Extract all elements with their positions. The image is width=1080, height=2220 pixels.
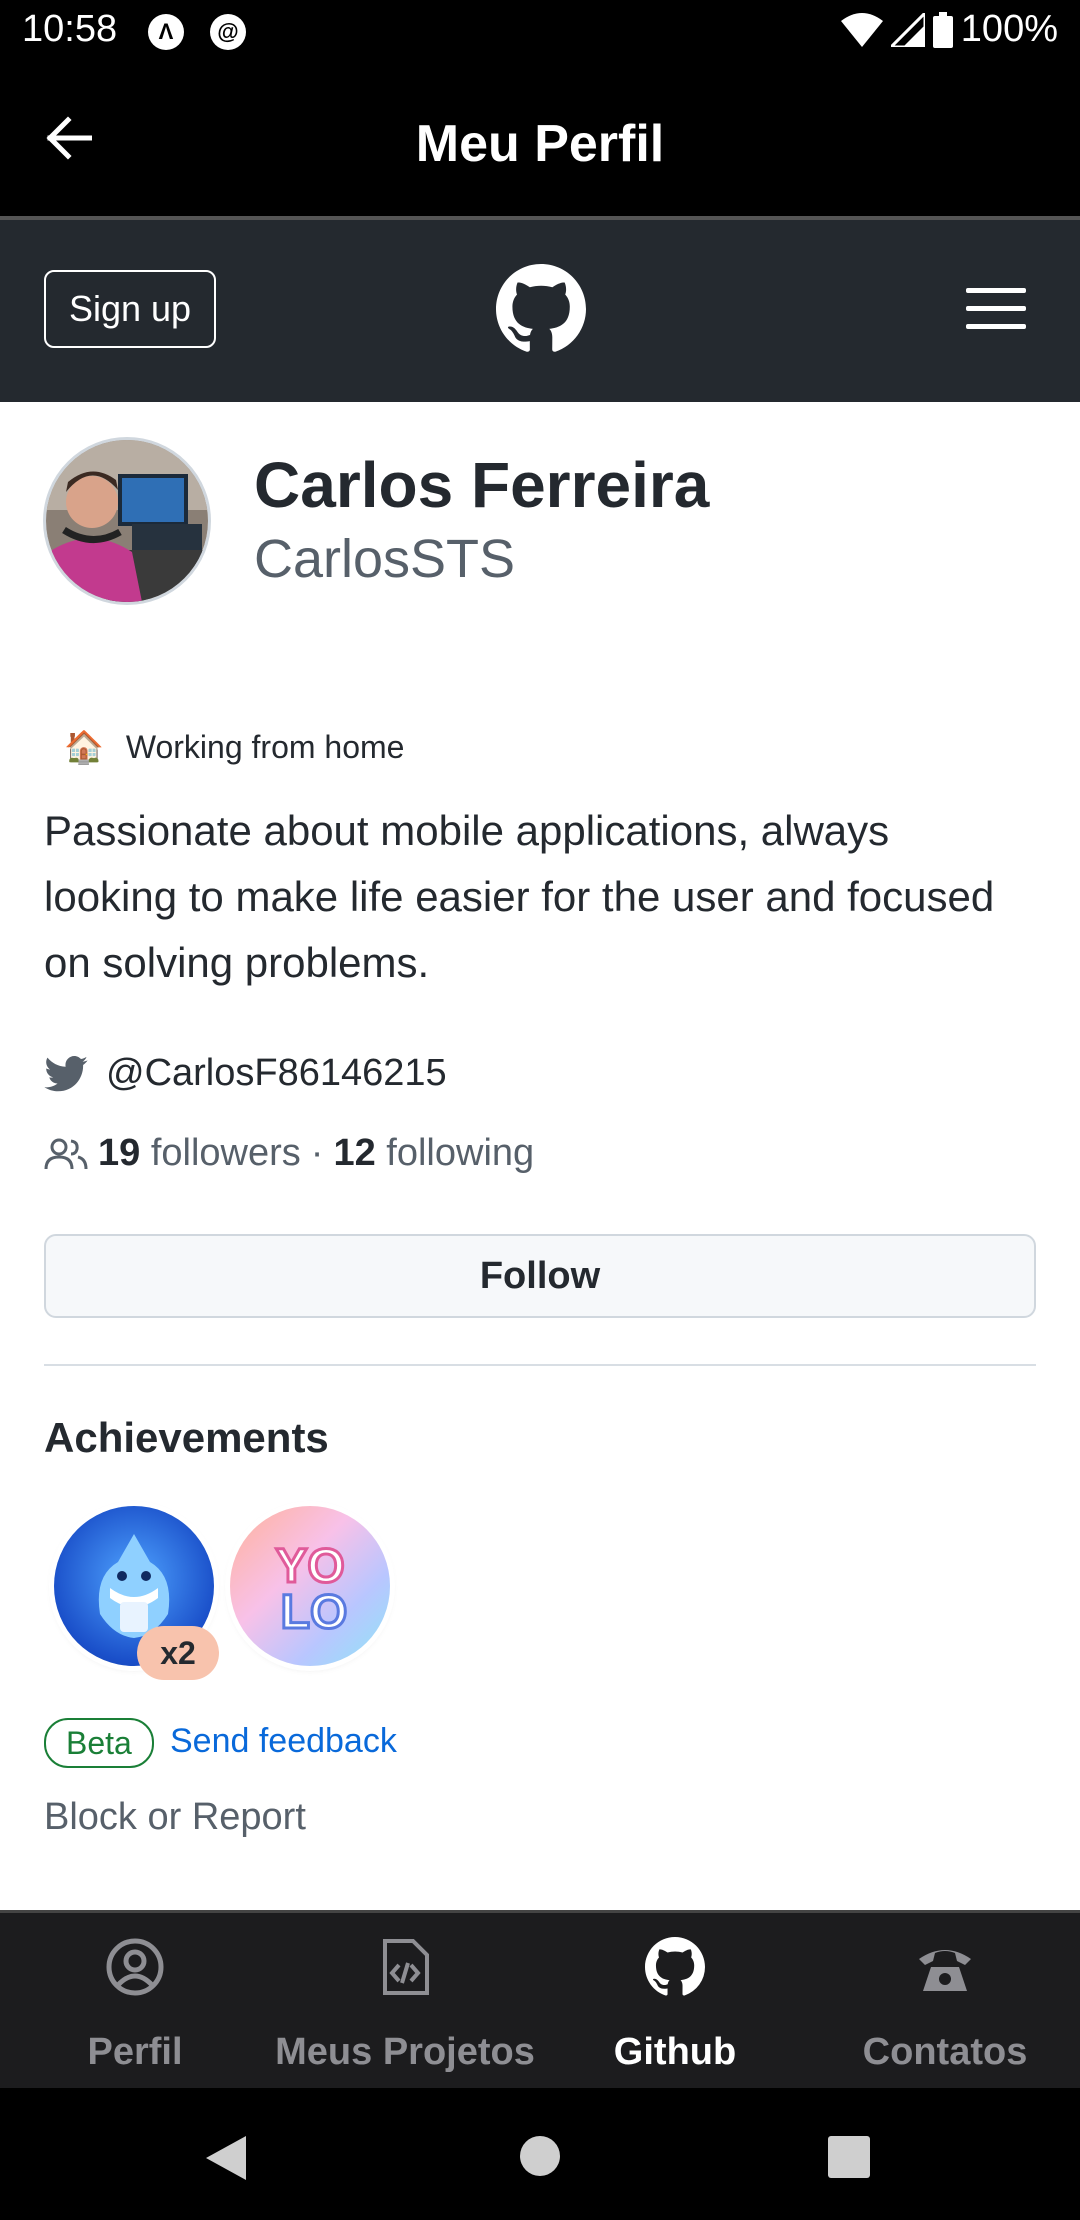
svg-text:LO: LO <box>281 1586 348 1639</box>
yolo-badge-icon[interactable]: YO LO <box>230 1506 390 1666</box>
badge-count: x2 <box>137 1626 219 1680</box>
system-home-icon[interactable] <box>518 2134 562 2178</box>
github-icon <box>496 264 586 352</box>
nav-item-github[interactable]: Github <box>540 1913 810 2091</box>
notification-a-icon: Λ <box>148 14 184 50</box>
follow-separator: · <box>310 1132 324 1174</box>
system-navigation-bar <box>0 2088 1080 2220</box>
app-bar: Meu Perfil <box>0 66 1080 218</box>
send-feedback-link[interactable]: Send feedback <box>170 1722 397 1761</box>
nav-label: Perfil <box>87 2031 183 2073</box>
hamburger-line <box>966 288 1026 293</box>
nav-label: Contatos <box>862 2031 1028 2073</box>
twitter-icon <box>44 1055 88 1091</box>
nav-item-contatos[interactable]: Contatos <box>810 1913 1080 2091</box>
page-title: Meu Perfil <box>415 115 665 173</box>
avatar-photo <box>46 440 208 602</box>
following-count: 12 <box>333 1132 376 1174</box>
block-or-report-link[interactable]: Block or Report <box>44 1796 306 1839</box>
yolo-art: YO LO <box>274 1539 349 1641</box>
system-recents-icon[interactable] <box>828 2136 870 2178</box>
github-icon <box>645 1937 705 1996</box>
code-file-icon <box>383 1939 429 1995</box>
menu-button[interactable] <box>966 288 1026 330</box>
twitter-link[interactable]: @CarlosF86146215 <box>44 1052 447 1095</box>
section-divider <box>44 1364 1036 1366</box>
signal-icon <box>890 12 925 47</box>
status-right: 100% <box>840 8 1058 51</box>
people-icon <box>44 1138 88 1169</box>
profile-username: CarlosSTS <box>254 529 516 589</box>
github-header: Sign up <box>0 220 1080 402</box>
nav-label: Github <box>613 2031 737 2073</box>
following-link[interactable]: 12 following <box>333 1132 534 1175</box>
followers-count: 19 <box>98 1132 141 1174</box>
follow-stats: 19 followers · 12 following <box>44 1132 534 1175</box>
beta-label: Beta <box>44 1718 154 1768</box>
follow-button[interactable]: Follow <box>44 1234 1036 1318</box>
followers-label: followers <box>150 1132 301 1174</box>
nav-item-perfil[interactable]: Perfil <box>0 1913 270 2091</box>
hamburger-line <box>966 324 1026 329</box>
nav-item-meus-projetos[interactable]: Meus Projetos <box>270 1913 540 2091</box>
system-back-icon[interactable] <box>204 2134 248 2182</box>
following-label: following <box>386 1132 535 1174</box>
github-logo[interactable] <box>496 264 586 359</box>
nav-label: Meus Projetos <box>275 2031 535 2073</box>
status-bar: 10:58 Λ @ 100% <box>0 0 1080 66</box>
notification-at-icon: @ <box>210 14 246 50</box>
house-emoji-icon: 🏠 <box>64 729 104 765</box>
user-status-text: Working from home <box>125 728 405 765</box>
profile-bio: Passionate about mobile applications, al… <box>44 807 995 986</box>
bottom-navigation: Perfil Meus Projetos Github Contatos <box>0 1910 1080 2088</box>
wifi-icon <box>840 12 883 47</box>
hamburger-line <box>966 306 1026 311</box>
phone-icon <box>919 1950 971 1991</box>
sign-up-button[interactable]: Sign up <box>44 270 216 348</box>
avatar[interactable] <box>43 437 211 605</box>
profile-name: Carlos Ferreira <box>254 449 710 521</box>
followers-link[interactable]: 19 followers <box>98 1132 301 1175</box>
status-time: 10:58 <box>22 8 118 50</box>
battery-icon <box>932 11 953 48</box>
achievements-title: Achievements <box>44 1414 329 1461</box>
twitter-handle: @CarlosF86146215 <box>106 1052 447 1094</box>
user-circle-icon <box>106 1938 164 1996</box>
battery-percent: 100% <box>960 8 1058 50</box>
user-status[interactable]: 🏠 Working from home <box>64 728 404 766</box>
